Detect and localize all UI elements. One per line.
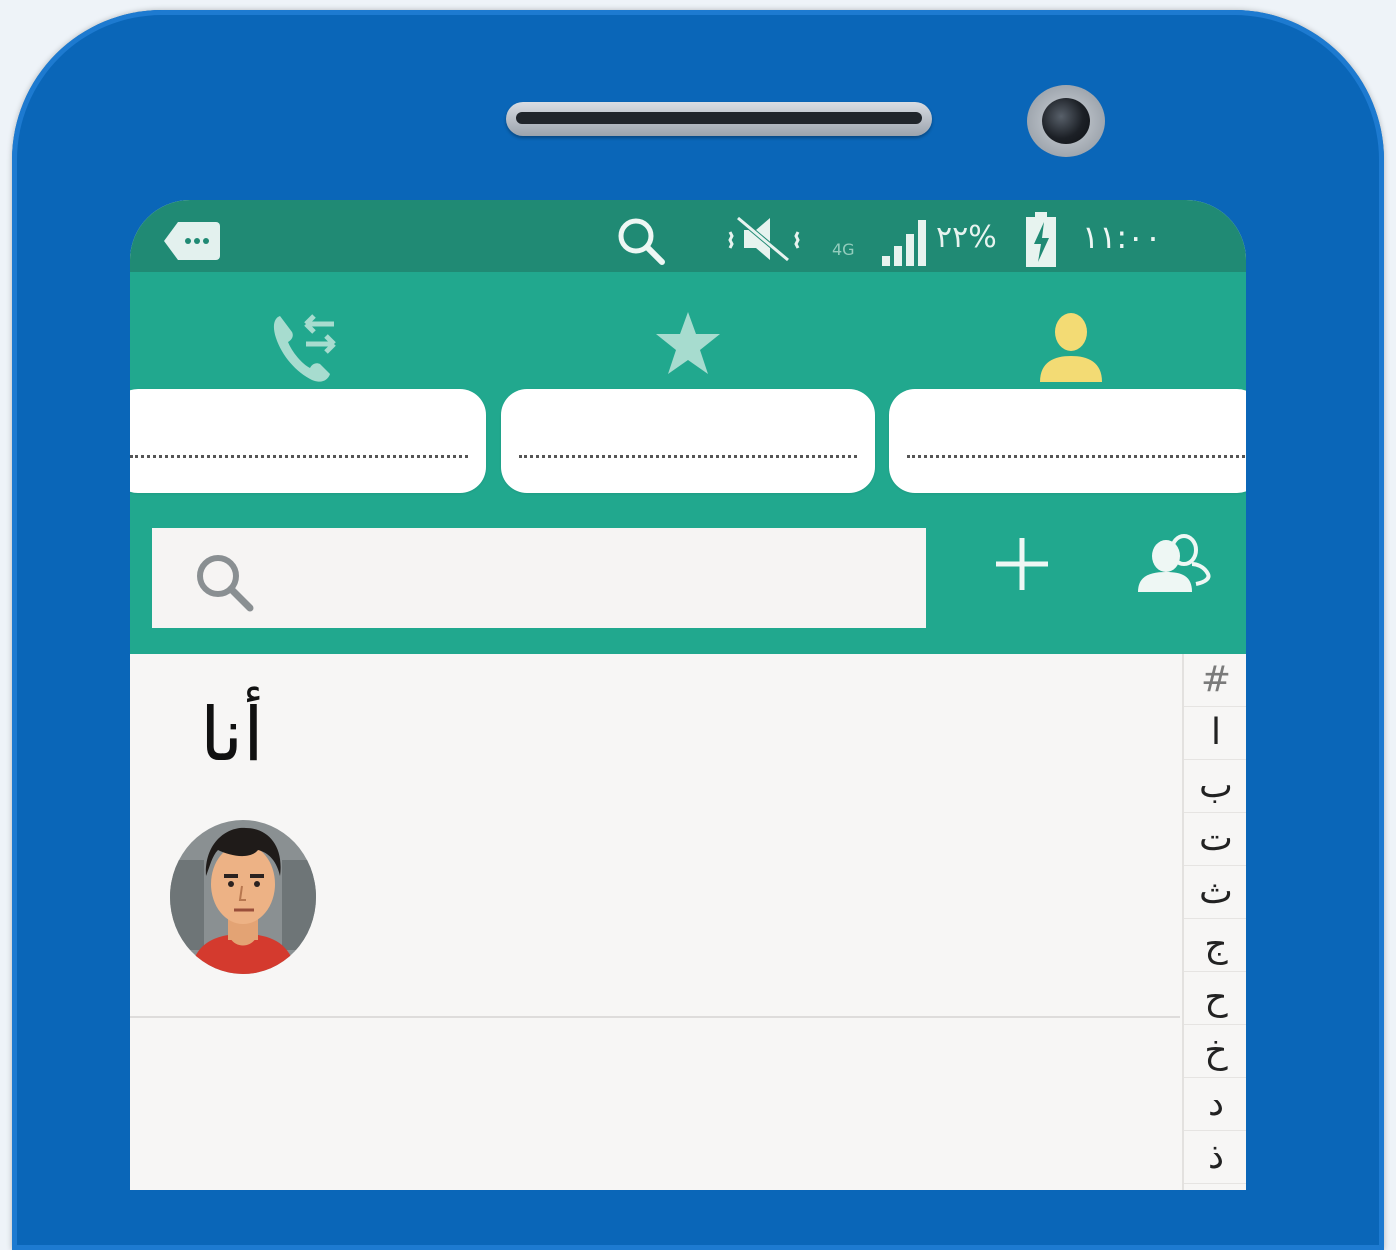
index-letter[interactable]: ت bbox=[1184, 813, 1246, 866]
network-type-label: 4G bbox=[832, 240, 855, 259]
call-log-icon[interactable] bbox=[270, 310, 340, 384]
status-bar: 4G ٢٢% ١١:٠٠ bbox=[130, 200, 1246, 272]
add-contact-button[interactable] bbox=[994, 536, 1050, 592]
tab-bar bbox=[130, 272, 1246, 390]
my-profile-label: أنا bbox=[200, 692, 264, 778]
alphabet-index[interactable]: # ا ب ت ث ج ح خ د ذ bbox=[1182, 654, 1246, 1190]
index-letter[interactable]: ث bbox=[1184, 866, 1246, 919]
tab-label-text bbox=[130, 455, 468, 458]
index-letter[interactable]: # bbox=[1184, 654, 1246, 707]
phone-speaker bbox=[506, 102, 932, 136]
index-letter[interactable]: خ bbox=[1184, 1025, 1246, 1078]
index-letter[interactable]: د bbox=[1184, 1078, 1246, 1131]
tab-labels bbox=[130, 389, 1246, 493]
index-letter[interactable]: ح bbox=[1184, 972, 1246, 1025]
search-input[interactable] bbox=[152, 528, 926, 628]
index-letter[interactable]: ب bbox=[1184, 760, 1246, 813]
phone-camera bbox=[1027, 85, 1105, 157]
profile-avatar[interactable] bbox=[170, 820, 316, 974]
index-letter[interactable]: ا bbox=[1184, 707, 1246, 760]
battery-charging-icon bbox=[1026, 212, 1056, 267]
message-notification-icon bbox=[164, 222, 220, 260]
my-profile-row[interactable]: أنا bbox=[130, 654, 1180, 1018]
contact-person-icon[interactable] bbox=[1034, 312, 1108, 382]
tab-label-text bbox=[907, 455, 1245, 458]
tab-label-contacts[interactable] bbox=[889, 389, 1246, 493]
groups-icon[interactable] bbox=[1136, 534, 1212, 594]
battery-percent: ٢٢% bbox=[936, 220, 997, 255]
phone-screen: 4G ٢٢% ١١:٠٠ أنا # ا ب ت ث ج ح خ د ذ bbox=[130, 200, 1246, 1190]
index-letter[interactable]: ج bbox=[1184, 919, 1246, 972]
status-clock: ١١:٠٠ bbox=[1082, 218, 1162, 256]
search-icon[interactable] bbox=[614, 214, 668, 268]
star-icon[interactable] bbox=[654, 310, 722, 378]
tab-label-text bbox=[519, 455, 857, 458]
contacts-list: أنا bbox=[130, 654, 1180, 1190]
search-icon bbox=[197, 555, 254, 612]
tab-label-call-log[interactable] bbox=[130, 389, 486, 493]
mute-vibrate-icon bbox=[728, 216, 800, 262]
tab-label-favorites[interactable] bbox=[501, 389, 875, 493]
index-letter[interactable]: ذ bbox=[1184, 1131, 1246, 1184]
signal-strength-icon bbox=[882, 220, 926, 266]
